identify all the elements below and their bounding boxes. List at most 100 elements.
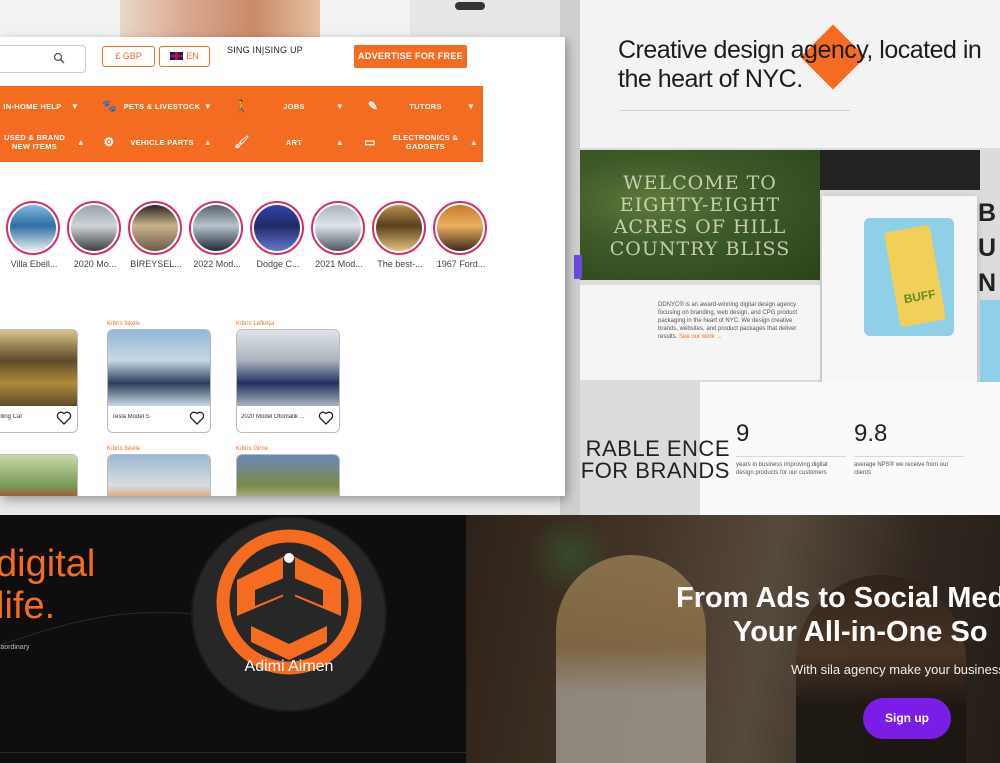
pill-button (455, 2, 485, 10)
agency-info: DDNYC® is an award-winning digital desig… (580, 285, 820, 380)
story-item[interactable]: 2020 Mo... (67, 201, 123, 269)
listing-card[interactable]: Kıbrıs İskele (107, 446, 211, 496)
search-input[interactable] (0, 45, 86, 73)
story-item[interactable]: 2021 Mod... (311, 201, 367, 269)
walking-icon: 🚶 (234, 99, 250, 113)
stat-nps: 9.8 average NPS® we receive from our cli… (854, 420, 964, 477)
listing-body[interactable] (0, 454, 78, 496)
language-button[interactable]: EN (159, 46, 210, 67)
side-letters: B U N (978, 196, 996, 301)
uk-flag-icon (170, 52, 184, 60)
listing-photo (237, 330, 339, 406)
listing-location: Kıbrıs İskele (107, 321, 141, 327)
can-label: BUFF (902, 286, 937, 307)
listing-card[interactable]: Kıbrıs İskele Tesla Model S (107, 321, 211, 433)
category-label: IN-HOME HELP (3, 101, 62, 111)
story-item[interactable]: Villa Ebell... (6, 201, 62, 269)
listing-body[interactable] (236, 454, 340, 496)
background-page-strip (0, 0, 580, 40)
category-nav: IN-HOME HELP ▼ 🐾 PETS & LIVESTOCK ▼ 🚶 JO… (0, 86, 483, 162)
stat-label: average NPS® we receive from our clients (854, 456, 964, 477)
side-image (980, 300, 1000, 385)
category-label: ELECTRONICS & GADGETS (392, 133, 459, 151)
category-in-home-help[interactable]: IN-HOME HELP ▼ (0, 88, 81, 124)
story-ring[interactable] (250, 201, 304, 255)
listing-card[interactable]: İskele Best-Selling Car (0, 321, 78, 433)
category-pets[interactable]: 🐾 PETS & LIVESTOCK ▼ (102, 88, 214, 124)
purple-tab (574, 255, 582, 279)
signin-link[interactable]: SING IN|SING UP (227, 45, 303, 55)
category-jobs[interactable]: 🚶 JOBS ▼ (234, 88, 346, 124)
caret-up-icon: ▲ (335, 137, 345, 147)
headline-line: digital (0, 543, 96, 585)
story-ring[interactable] (311, 201, 365, 255)
hero-title-line: Your All-in-One So (733, 616, 988, 648)
advertise-button[interactable]: ADVERTISE FOR FREE (354, 45, 467, 68)
story-ring[interactable] (128, 201, 182, 255)
search-icon[interactable] (53, 52, 65, 64)
story-ring[interactable] (189, 201, 243, 255)
listing-photo (0, 330, 77, 406)
story-ring[interactable] (6, 201, 60, 255)
category-vehicle-parts[interactable]: ⚙ VEHICLE PARTS ▲ (102, 124, 214, 160)
listing-photo (0, 455, 77, 496)
dark-panel (820, 150, 980, 190)
owner-name: Adimi Aimen (244, 658, 334, 675)
listing-photo (108, 455, 210, 496)
signup-button[interactable]: Sign up (863, 698, 951, 739)
caret-up-icon: ▲ (76, 137, 86, 147)
headline-line: life. (0, 585, 56, 627)
stat-years: 9 years in business improving digital de… (736, 420, 846, 477)
caret-down-icon: ▼ (203, 101, 213, 111)
story-item[interactable]: 1967 Ford... (433, 201, 489, 269)
listing-title: 2020 Model Otomatik ... (241, 414, 305, 420)
story-item[interactable]: 2022 Mod... (189, 201, 245, 269)
agency-hero: Creative design agency, located in the h… (580, 0, 1000, 148)
brand-headline: digital life. (0, 543, 95, 627)
category-electronics[interactable]: ▭ ELECTRONICS & GADGETS ▲ (363, 124, 480, 160)
listing-card[interactable]: Kıbrıs Lefkoşa 2020 Model Otomatik ... (236, 321, 340, 433)
story-thumbnail (376, 205, 422, 251)
listing-body[interactable]: Best-Selling Car (0, 329, 78, 433)
side-letter: U (978, 234, 997, 262)
story-carousel: Villa Ebell... 2020 Mo... BİREYSEL... 2022 … (0, 197, 487, 277)
brand-subtext: raordinary (0, 644, 30, 651)
brush-icon: 🖌 (234, 135, 250, 149)
story-label: Villa Ebell... (10, 259, 58, 269)
story-item[interactable]: Dodge C... (250, 201, 306, 269)
heart-icon[interactable] (56, 410, 72, 426)
category-art[interactable]: 🖌 ART ▲ (234, 124, 346, 160)
category-tutors[interactable]: ✎ TUTORS ▼ (366, 88, 477, 124)
page-edge (410, 0, 580, 40)
heart-icon[interactable] (318, 410, 334, 426)
woman-photo (120, 0, 320, 40)
stat-label: years in business improving digital desi… (736, 456, 846, 477)
listing-body[interactable]: Tesla Model S (107, 329, 211, 433)
story-item[interactable]: BİREYSEL... (128, 201, 184, 269)
story-label: BİREYSEL... (130, 259, 182, 269)
agency-description: DDNYC® is an award-winning digital desig… (658, 301, 813, 341)
divider (0, 752, 466, 753)
category-label: TUTORS (409, 101, 442, 111)
listing-location: İskele (0, 321, 78, 329)
can-graphic: BUFF (884, 224, 946, 328)
listing-card[interactable]: Kıbrıs Girne (236, 446, 340, 496)
stat-value: 9.8 (854, 420, 888, 447)
stats-panel: 9 years in business improving digital de… (700, 382, 1000, 515)
can-photo: BUFF (864, 218, 954, 336)
listing-body[interactable]: 2020 Model Otomatik ... (236, 329, 340, 433)
listing-body[interactable] (107, 454, 211, 496)
story-thumbnail (71, 205, 117, 251)
caret-down-icon: ▼ (70, 101, 80, 111)
story-ring[interactable] (372, 201, 426, 255)
heart-icon[interactable] (189, 410, 205, 426)
story-item[interactable]: The best-... (372, 201, 428, 269)
listing-card[interactable]: Girne (0, 446, 78, 496)
category-used-new[interactable]: USED & BRAND NEW ITEMS ▲ (0, 124, 87, 160)
brands-headline: RABLE ENCE FOR BRANDS (580, 436, 730, 483)
see-work-link[interactable]: See our work → (679, 334, 722, 340)
story-ring[interactable] (67, 201, 121, 255)
forest-photo: WELCOME TO EIGHTY-EIGHT ACRES OF HILL CO… (580, 150, 820, 280)
story-ring[interactable] (433, 201, 487, 255)
currency-button[interactable]: £ GBP (102, 46, 155, 67)
